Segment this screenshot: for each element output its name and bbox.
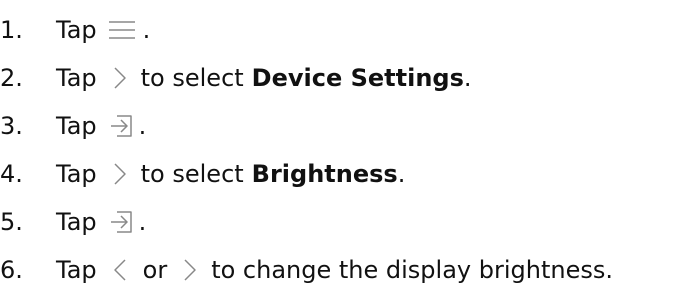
step-target: Device Settings <box>251 64 464 92</box>
step-verb: Tap <box>56 256 97 284</box>
step-suffix: . <box>138 112 147 140</box>
step-text: to select <box>140 160 244 188</box>
step-1: 1. Tap . <box>0 10 150 50</box>
step-number: 5. <box>0 208 23 236</box>
chevron-right-icon <box>111 161 129 187</box>
step-text: to change the display brightness. <box>211 256 613 284</box>
step-number: 6. <box>0 256 23 284</box>
step-suffix: . <box>142 16 151 44</box>
step-number: 1. <box>0 16 23 44</box>
step-number: 3. <box>0 112 23 140</box>
step-2: 2. Tap to select Device Settings . <box>0 58 472 98</box>
chevron-left-icon <box>111 257 129 283</box>
step-5: 5. Tap . <box>0 202 146 242</box>
step-verb: Tap <box>56 112 97 140</box>
step-number: 4. <box>0 160 23 188</box>
step-verb: Tap <box>56 64 97 92</box>
step-4: 4. Tap to select Brightness . <box>0 154 405 194</box>
enter-arrow-icon <box>109 209 137 235</box>
step-3: 3. Tap . <box>0 106 146 146</box>
step-suffix: . <box>397 160 406 188</box>
menu-lines-icon <box>107 18 137 42</box>
chevron-right-icon <box>181 257 199 283</box>
step-verb: Tap <box>56 16 97 44</box>
enter-arrow-icon <box>109 113 137 139</box>
step-verb: Tap <box>56 160 97 188</box>
step-6: 6. Tap or to change the display brightne… <box>0 250 613 290</box>
step-text: to select <box>140 64 244 92</box>
instruction-list: 1. Tap . 2. Tap to select Device Setting… <box>0 0 686 300</box>
step-or: or <box>142 256 168 284</box>
step-suffix: . <box>138 208 147 236</box>
chevron-right-icon <box>111 65 129 91</box>
step-target: Brightness <box>251 160 398 188</box>
step-verb: Tap <box>56 208 97 236</box>
step-suffix: . <box>463 64 472 92</box>
step-number: 2. <box>0 64 23 92</box>
